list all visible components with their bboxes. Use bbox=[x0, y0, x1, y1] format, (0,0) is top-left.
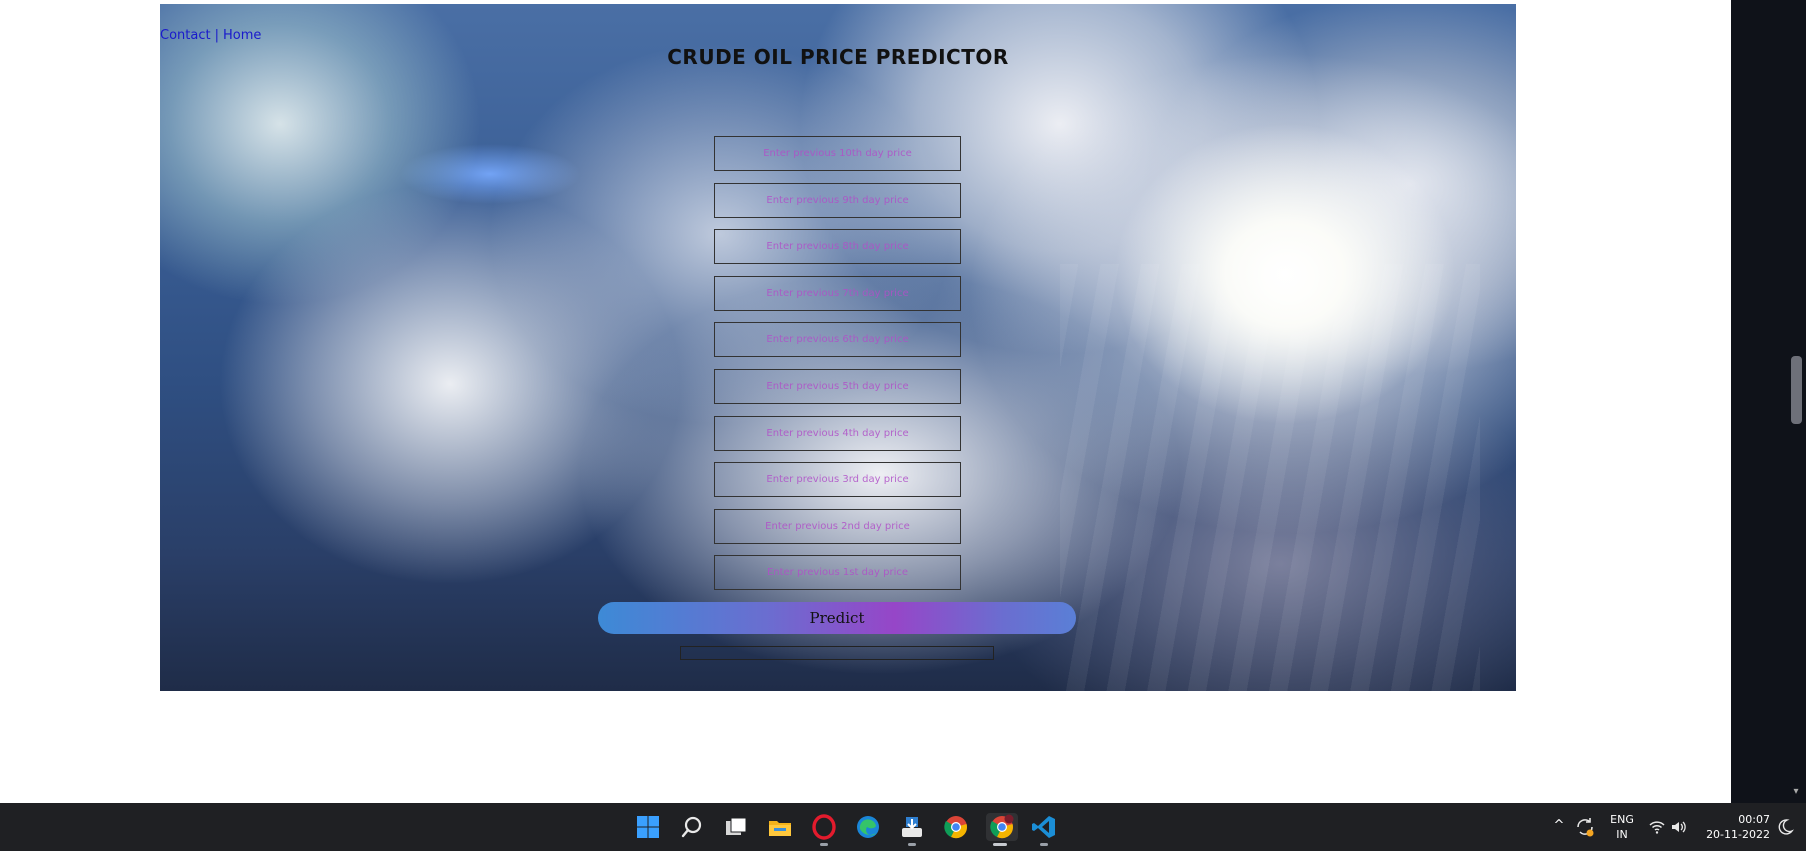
price-form bbox=[714, 136, 961, 602]
sun-rays bbox=[1060, 264, 1480, 691]
opera-icon[interactable] bbox=[810, 813, 838, 846]
price-input-2nd-day[interactable] bbox=[714, 508, 961, 544]
region-code: IN bbox=[1616, 828, 1628, 841]
windows-start-icon[interactable] bbox=[634, 813, 662, 841]
price-input-3rd-day[interactable] bbox=[714, 462, 961, 498]
price-input-8th-day[interactable] bbox=[714, 229, 961, 265]
price-input-1st-day[interactable] bbox=[714, 555, 961, 591]
file-explorer-icon[interactable] bbox=[766, 813, 794, 841]
clock[interactable]: 00:07 20-11-2022 bbox=[1700, 812, 1770, 842]
chrome-profile-icon[interactable] bbox=[986, 813, 1018, 846]
search-icon[interactable] bbox=[678, 813, 706, 841]
chrome-icon[interactable] bbox=[942, 813, 970, 841]
app-installer-icon[interactable] bbox=[898, 813, 926, 846]
page-title: CRUDE OIL PRICE PREDICTOR bbox=[667, 45, 1009, 69]
top-nav: Contact | Home bbox=[160, 28, 261, 43]
nav-contact-link[interactable]: Contact bbox=[160, 28, 211, 43]
chevron-up-icon[interactable]: ^ bbox=[1552, 818, 1566, 833]
edge-icon[interactable] bbox=[854, 813, 882, 841]
price-input-10th-day[interactable] bbox=[714, 136, 961, 171]
task-view-icon[interactable] bbox=[722, 813, 750, 841]
hero-background: Contact| Home CRUDE OIL PRICE PREDICTOR P… bbox=[160, 4, 1516, 691]
windows-taskbar bbox=[0, 803, 1806, 851]
volume-icon[interactable] bbox=[1670, 818, 1688, 836]
price-input-7th-day[interactable] bbox=[714, 275, 961, 311]
clock-date: 20-11-2022 bbox=[1706, 828, 1770, 841]
price-input-6th-day[interactable] bbox=[714, 322, 961, 358]
price-input-4th-day[interactable] bbox=[714, 415, 961, 451]
price-input-5th-day[interactable] bbox=[714, 368, 961, 404]
wifi-icon[interactable] bbox=[1648, 818, 1666, 836]
scroll-down-arrow-icon[interactable]: ▾ bbox=[1790, 786, 1802, 798]
nav-separator: | bbox=[214, 28, 219, 43]
browser-viewport: Contact| Home CRUDE OIL PRICE PREDICTOR P… bbox=[0, 0, 1731, 803]
language-code: ENG bbox=[1610, 813, 1634, 826]
price-input-9th-day[interactable] bbox=[714, 182, 961, 218]
notification-moon-icon[interactable] bbox=[1776, 818, 1795, 836]
scrollbar-thumb[interactable] bbox=[1791, 356, 1802, 424]
vscode-icon[interactable] bbox=[1030, 813, 1058, 846]
system-tray: ^ ENG IN 00:07 20-11-2022 bbox=[1552, 803, 1806, 851]
sync-update-icon[interactable] bbox=[1574, 816, 1596, 838]
input-language[interactable]: ENG IN bbox=[1604, 812, 1640, 842]
clock-time: 00:07 bbox=[1738, 813, 1770, 826]
nav-home-link[interactable]: Home bbox=[223, 28, 261, 43]
predict-button[interactable]: Predict bbox=[598, 602, 1076, 634]
prediction-result-box bbox=[680, 646, 994, 660]
